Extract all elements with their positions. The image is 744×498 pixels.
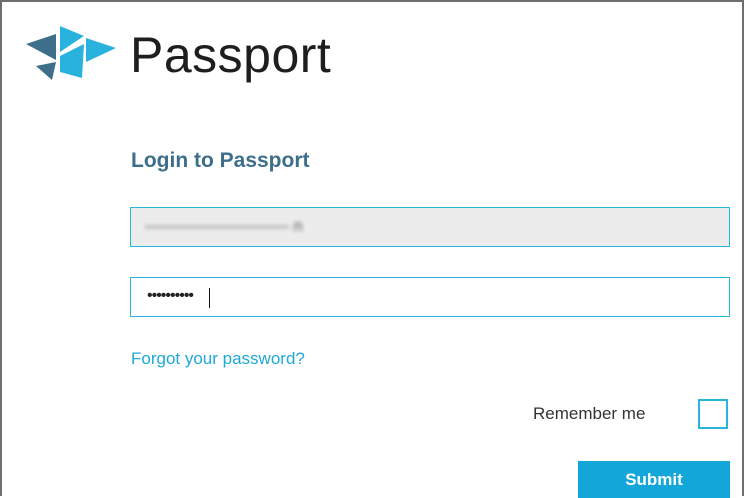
passport-logo-icon — [26, 26, 116, 80]
remember-me-checkbox[interactable] — [698, 399, 728, 429]
forgot-password-link[interactable]: Forgot your password? — [131, 349, 305, 369]
window-frame: Passport Login to Passport ————————— n •… — [0, 0, 744, 498]
brand-title: Passport — [130, 27, 332, 83]
submit-button[interactable]: Submit — [578, 461, 730, 498]
password-value: •••••••••• — [147, 287, 194, 304]
username-field[interactable]: ————————— n — [130, 207, 730, 247]
text-caret — [209, 288, 210, 308]
login-heading: Login to Passport — [131, 149, 310, 172]
username-value: ————————— n — [145, 218, 303, 235]
password-field[interactable]: •••••••••• — [130, 277, 730, 317]
remember-me-label: Remember me — [533, 404, 646, 423]
